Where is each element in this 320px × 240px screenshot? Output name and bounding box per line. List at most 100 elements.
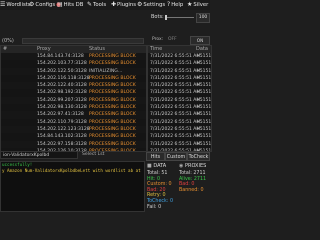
time-cell: 7/31/2022 6:55:51 AM	[150, 119, 201, 125]
tab-hits[interactable]: Hits	[146, 152, 165, 161]
bots-slider-thumb[interactable]	[165, 15, 167, 20]
time-cell: 7/31/2022 6:55:51 AM	[150, 61, 201, 67]
status-cell: PROCESSING BLOCK	[89, 126, 136, 132]
log-table-header: Time Data	[148, 46, 211, 53]
column-data[interactable]: Data	[196, 46, 208, 53]
status-cell: PROCESSING BLOCK	[89, 105, 136, 111]
proxy-cell: 154.202.98.192:3128	[37, 90, 87, 96]
menu-tools[interactable]: ✎ Tools	[87, 0, 106, 10]
table-row[interactable]: 154.84.143.102:3128 PROCESSING BLOCK	[1, 133, 146, 140]
bots-slider[interactable]	[166, 17, 194, 18]
time-cell: 7/31/2022 6:55:51 AM	[150, 126, 201, 132]
table-row[interactable]: 154.202.103.77:3128 PROCESSING BLOCK	[1, 60, 146, 67]
data-stat: Retry: 0	[147, 193, 166, 199]
log-row[interactable]: 7/31/2022 6:55:51 AM +5151	[148, 119, 211, 126]
proxies-select[interactable]: ON	[190, 36, 210, 45]
status-cell: PROCESSING BLOCK	[89, 134, 136, 140]
proxy-cell: 154.202.97.158:3128	[37, 141, 87, 147]
log-row[interactable]: 7/31/2022 6:55:51 AM +5151	[148, 53, 211, 61]
log-row[interactable]: 7/31/2022 6:55:51 AM +5151	[148, 104, 211, 111]
table-row[interactable]: 154.202.122.50:3128 INITIALIZING...	[1, 67, 146, 75]
log-row[interactable]: 7/31/2022 6:55:51 AM +5151	[148, 60, 211, 67]
menu-help[interactable]: ? Help	[167, 0, 183, 10]
data-stat: Total: 51	[147, 171, 168, 176]
select-list-label[interactable]: Select Lst	[82, 152, 104, 157]
data-stat: Fail: 0	[147, 204, 162, 210]
help-icon: ?	[167, 1, 171, 8]
bots-label: Bots:	[151, 14, 164, 20]
list-icon: ☰	[0, 1, 6, 8]
menu-label: Silver	[193, 2, 209, 8]
proxy-cell: 154.202.122.123:3128	[37, 126, 90, 132]
tab-custom[interactable]: Custom	[165, 152, 187, 161]
data-stat: ToCheck: 0	[147, 199, 173, 204]
proxy-cell: 154.202.98.130:3128	[37, 105, 87, 111]
result-tabs: Hits Custom ToCheck	[146, 152, 210, 161]
log-row[interactable]: 7/31/2022 6:55:51 AM +5151	[148, 125, 211, 134]
status-cell: PROCESSING BLOCK	[89, 75, 136, 81]
data-cell: +5151	[196, 97, 212, 103]
config-name-input[interactable]: ion-ValidatorxKpolbd	[0, 151, 78, 159]
status-cell: PROCESSING BLOCK	[89, 90, 136, 96]
data-stats-title: ■ DATA	[147, 163, 167, 169]
proxy-cell: 154.84.143.102:3128	[37, 134, 87, 140]
tab-tocheck[interactable]: ToCheck	[187, 152, 210, 161]
proxies-label: Prox:	[152, 37, 164, 42]
table-row[interactable]: 154.202.98.192:3128 PROCESSING BLOCK	[1, 89, 146, 96]
table-row[interactable]: 154.84.143.74:3128 PROCESSING BLOCK	[1, 53, 146, 61]
progress-percent: (0%)	[2, 38, 14, 44]
data-cell: +5151	[196, 61, 212, 67]
log-row[interactable]: 7/31/2022 6:55:51 AM +5151	[148, 82, 212, 90]
menu-plugins[interactable]: ✚ Plugins	[111, 0, 136, 10]
console-output: uccessfully! y Amazon Num-ValidatorxKpol…	[0, 161, 145, 212]
menu-label: Wordlists	[6, 2, 31, 8]
runner-table: # Proxy Status 154.84.143.74:3128 PROCESS…	[0, 45, 147, 152]
proxies-toggle[interactable]: OFF	[168, 37, 177, 42]
menu-hits-db[interactable]: ▤ Hits DB	[57, 0, 83, 10]
log-row[interactable]: 7/31/2022 6:55:51 AM +5151	[148, 133, 211, 140]
table-row[interactable]: 154.202.122.40:3128 PROCESSING BLOCK	[1, 82, 146, 90]
log-row[interactable]: 7/31/2022 6:55:51 AM +5151	[148, 67, 211, 75]
settings-icon: ⚙	[137, 1, 143, 8]
column-index[interactable]: #	[3, 46, 7, 53]
column-proxy[interactable]: Proxy	[37, 46, 51, 53]
log-table: Time Data 7/31/2022 6:55:51 AM +5151 7/31/…	[147, 45, 212, 152]
table-row[interactable]: 154.202.122.123:3128 PROCESSING BLOCK	[1, 125, 146, 134]
proxy-cell: 154.202.122.40:3128	[37, 83, 87, 89]
log-row[interactable]: 7/31/2022 6:55:51 AM +5151	[148, 75, 211, 82]
time-cell: 7/31/2022 6:55:51 AM	[150, 68, 201, 74]
data-cell: +5151	[196, 119, 212, 125]
menu-silver[interactable]: ★ Silver	[187, 0, 208, 10]
menu-label: Settings	[143, 2, 166, 8]
gear-icon: ⚙	[29, 1, 35, 8]
data-cell: +5151	[196, 83, 212, 89]
data-cell: +5151	[196, 90, 212, 96]
column-status[interactable]: Status	[89, 46, 105, 53]
table-row[interactable]: 154.202.98.130:3128 PROCESSING BLOCK	[1, 104, 146, 111]
stats-panel: ■ DATA ◉ PROXIES Total: 51 Hit: 0 Custom: …	[145, 162, 210, 210]
menu-configs[interactable]: ⚙ Configs ●	[29, 0, 61, 10]
proxy-cell: 154.202.103.77:3128	[37, 61, 87, 67]
table-row[interactable]: 154.202.110.79:3128 PROCESSING BLOCK	[1, 119, 146, 126]
log-row[interactable]: 7/31/2022 6:55:51 AM +5151	[148, 89, 211, 96]
log-row[interactable]: 7/31/2022 6:55:51 AM +5151	[148, 111, 212, 119]
table-row[interactable]: 154.202.97.158:3128 PROCESSING BLOCK	[1, 140, 146, 148]
log-row[interactable]: 7/31/2022 6:55:51 AM +5151	[148, 140, 211, 148]
proxy-stat: Alive: 2711	[179, 176, 207, 182]
column-time[interactable]: Time	[150, 46, 162, 53]
menu-settings[interactable]: ⚙ Settings	[137, 0, 165, 10]
menu-label: Configs	[35, 2, 56, 8]
log-row[interactable]: 7/31/2022 6:55:51 AM +5151	[148, 96, 212, 105]
table-row[interactable]: 154.202.116.118:3128 PROCESSING BLOCK	[1, 75, 146, 82]
table-row[interactable]: 154.202.99.207:3128 PROCESSING BLOCK	[1, 96, 146, 105]
time-cell: 7/31/2022 6:55:51 AM	[150, 105, 201, 111]
time-cell: 7/31/2022 6:55:51 AM	[150, 134, 201, 140]
data-cell: +5151	[196, 112, 212, 118]
database-icon: ▤	[57, 1, 63, 8]
bots-count-input[interactable]: 100	[196, 13, 210, 23]
table-row[interactable]: 154.202.97.41:3128 PROCESSING BLOCK	[1, 111, 146, 119]
data-cell: +5151	[196, 105, 212, 111]
plugin-icon: ✚	[111, 1, 117, 8]
tools-icon: ✎	[87, 1, 93, 8]
menu-wordlists[interactable]: ☰ Wordlists	[0, 0, 31, 10]
